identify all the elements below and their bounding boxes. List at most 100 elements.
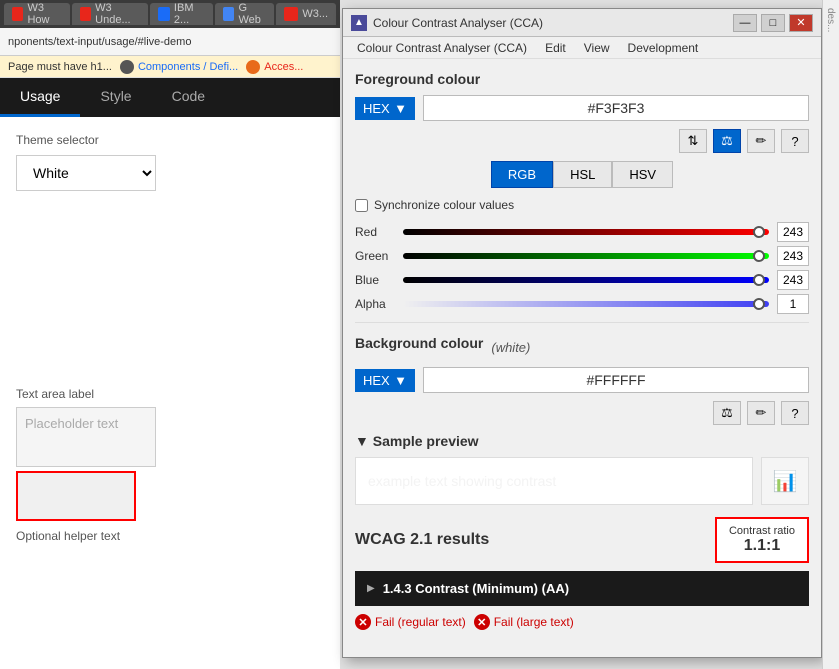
sample-preview-toggle[interactable]: ▼ Sample preview	[355, 433, 809, 449]
address-bar[interactable]: nponents/text-input/usage/#live-demo	[0, 28, 340, 56]
menu-development[interactable]: Development	[620, 39, 707, 57]
blue-value-input[interactable]	[777, 270, 809, 290]
cca-window: ▲ Colour Contrast Analyser (CCA) — □ ✕ C…	[342, 8, 822, 658]
color-mode-hsv[interactable]: HSV	[612, 161, 673, 188]
eyedropper-icon-btn[interactable]: ✏	[747, 129, 775, 153]
bg-sliders-icon: ⚖	[721, 405, 733, 421]
green-value-input[interactable]	[777, 246, 809, 266]
color-mode-hsl[interactable]: HSL	[553, 161, 612, 188]
fg-icon-row: ⇅ ⚖ ✏ ?	[355, 129, 809, 153]
bg-hex-row: HEX ▼	[355, 367, 809, 393]
eyedropper-icon: ✏	[756, 133, 767, 149]
alpha-thumb[interactable]	[753, 298, 765, 310]
fail-regular-item: ✕ Fail (regular text)	[355, 614, 466, 630]
textarea-label: Text area label	[16, 387, 324, 401]
textarea-mock[interactable]: Placeholder text	[16, 407, 156, 467]
alpha-track[interactable]	[403, 301, 769, 307]
bg-help-icon: ?	[791, 406, 798, 421]
helper-text: Optional helper text	[16, 529, 324, 543]
wcag-title-row: WCAG 2.1 results Contrast ratio 1.1:1	[355, 517, 809, 563]
menu-view[interactable]: View	[576, 39, 618, 57]
browser-tab-3[interactable]: IBM 2...	[150, 3, 213, 25]
color-mode-tabs: RGB HSL HSV	[355, 161, 809, 188]
menu-edit[interactable]: Edit	[537, 39, 574, 57]
tab-icon-1	[12, 7, 23, 21]
sync-checkbox[interactable]	[355, 199, 368, 212]
red-value-input[interactable]	[777, 222, 809, 242]
theme-selector-label: Theme selector	[16, 133, 324, 147]
sample-text-display: example text showing contrast	[355, 457, 753, 505]
help-icon-btn[interactable]: ?	[781, 129, 809, 153]
sort-icon-btn[interactable]: ⇅	[679, 129, 707, 153]
cca-titlebar: ▲ Colour Contrast Analyser (CCA) — □ ✕	[343, 9, 821, 37]
bg-eyedropper-icon-btn[interactable]: ✏	[747, 401, 775, 425]
breadcrumb-icon-1	[120, 60, 134, 74]
alpha-value-input[interactable]	[777, 294, 809, 314]
bg-chevron-down-icon: ▼	[394, 373, 407, 388]
bg-icon-row: ⚖ ✏ ?	[355, 401, 809, 425]
blue-track[interactable]	[403, 277, 769, 283]
sync-label: Synchronize colour values	[374, 198, 514, 212]
blue-slider-row: Blue	[355, 270, 809, 290]
theme-selector-input[interactable]: White	[16, 155, 156, 191]
red-slider-row: Red	[355, 222, 809, 242]
sync-row: Synchronize colour values	[355, 198, 809, 212]
contrast-ratio-label: Contrast ratio	[729, 525, 795, 537]
form-section: Text area label Placeholder text Optiona…	[0, 387, 340, 543]
browser-tabs: W3 How W3 Unde... IBM 2... G Web W3...	[0, 0, 340, 28]
sliders-icon-btn[interactable]: ⚖	[713, 129, 741, 153]
red-thumb[interactable]	[753, 226, 765, 238]
divider-1	[355, 322, 809, 323]
browser-tab-1[interactable]: W3 How	[4, 3, 70, 25]
bg-format-dropdown[interactable]: HEX ▼	[355, 369, 415, 392]
blue-thumb[interactable]	[753, 274, 765, 286]
tab-usage[interactable]: Usage	[0, 78, 80, 117]
breadcrumb-icon-2	[246, 60, 260, 74]
fail-regular-icon: ✕	[355, 614, 371, 630]
cca-menubar: Colour Contrast Analyser (CCA) Edit View…	[343, 37, 821, 59]
close-button[interactable]: ✕	[789, 14, 813, 32]
fg-hex-input[interactable]	[423, 95, 809, 121]
content-area: Theme selector White	[0, 117, 340, 207]
tab-icon-5	[284, 7, 298, 21]
browser-tab-2[interactable]: W3 Unde...	[72, 3, 149, 25]
breadcrumb-link-2[interactable]: Acces...	[246, 60, 303, 74]
cca-title-left: ▲ Colour Contrast Analyser (CCA)	[351, 15, 543, 31]
bg-help-icon-btn[interactable]: ?	[781, 401, 809, 425]
bg-sliders-icon-btn[interactable]: ⚖	[713, 401, 741, 425]
wcag-item-arrow: ▶	[367, 583, 375, 594]
fail-row: ✕ Fail (regular text) ✕ Fail (large text…	[355, 610, 809, 634]
tab-style[interactable]: Style	[80, 78, 151, 117]
cca-title: Colour Contrast Analyser (CCA)	[373, 16, 543, 30]
window-controls: — □ ✕	[733, 14, 813, 32]
browser-panel: W3 How W3 Unde... IBM 2... G Web W3... n…	[0, 0, 340, 669]
slider-section: Red Green Blue	[355, 222, 809, 314]
menu-cca[interactable]: Colour Contrast Analyser (CCA)	[349, 39, 535, 57]
help-icon: ?	[791, 134, 798, 149]
fail-large-icon: ✕	[474, 614, 490, 630]
tab-code[interactable]: Code	[152, 78, 225, 117]
maximize-button[interactable]: □	[761, 14, 785, 32]
browser-tab-5[interactable]: W3...	[276, 3, 336, 25]
bg-title-row: Background colour (white)	[355, 335, 809, 359]
breadcrumb-link-1[interactable]: Components / Defi...	[120, 60, 238, 74]
wcag-section: WCAG 2.1 results Contrast ratio 1.1:1 ▶ …	[355, 517, 809, 634]
sliders-icon: ⚖	[721, 133, 733, 149]
fg-format-dropdown[interactable]: HEX ▼	[355, 97, 415, 120]
sort-icon: ⇅	[688, 133, 699, 149]
bg-section: Background colour (white) HEX ▼ ⚖ ✏ ?	[355, 335, 809, 425]
cca-body: Foreground colour HEX ▼ ⇅ ⚖ ✏ ?	[343, 59, 821, 657]
minimize-button[interactable]: —	[733, 14, 757, 32]
bg-section-title: Background colour	[355, 335, 483, 351]
green-thumb[interactable]	[753, 250, 765, 262]
wcag-aa-item[interactable]: ▶ 1.4.3 Contrast (Minimum) (AA)	[355, 571, 809, 606]
tab-icon-2	[80, 7, 92, 21]
content-tabs-bar: Usage Style Code	[0, 78, 340, 117]
right-edge: des...	[822, 0, 839, 669]
browser-tab-4[interactable]: G Web	[215, 3, 274, 25]
bg-hex-input[interactable]	[423, 367, 809, 393]
red-track[interactable]	[403, 229, 769, 235]
bg-eyedropper-icon: ✏	[756, 405, 767, 421]
green-track[interactable]	[403, 253, 769, 259]
color-mode-rgb[interactable]: RGB	[491, 161, 553, 188]
